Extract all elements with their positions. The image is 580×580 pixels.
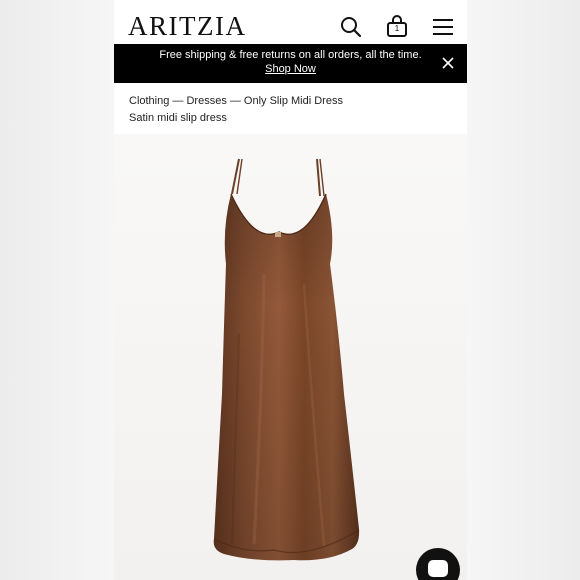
breadcrumb[interactable]: Clothing — Dresses — Only Slip Midi Dres… [129,95,343,107]
product-subtitle: Satin midi slip dress [129,112,227,124]
screenshot-stage: ARITZIA 1 Free shipping & free returns o… [0,0,580,580]
product-image[interactable] [114,134,467,580]
shop-now-link[interactable]: Shop Now [114,63,467,75]
hamburger-menu-icon [433,19,453,35]
slip-dress-illustration [213,158,360,561]
close-icon [442,57,454,69]
promo-text: Free shipping & free returns on all orde… [159,49,422,61]
menu-button[interactable] [430,14,456,40]
search-icon [341,17,362,38]
search-button[interactable] [338,14,364,40]
bag-count-badge: 1 [394,24,400,33]
chat-icon [428,560,448,577]
promo-close-button[interactable] [442,57,454,69]
promo-banner: Free shipping & free returns on all orde… [114,44,467,83]
bag-button[interactable]: 1 [384,14,410,40]
brand-logo[interactable]: ARITZIA [128,13,246,40]
mobile-page: ARITZIA 1 Free shipping & free returns o… [114,0,467,580]
